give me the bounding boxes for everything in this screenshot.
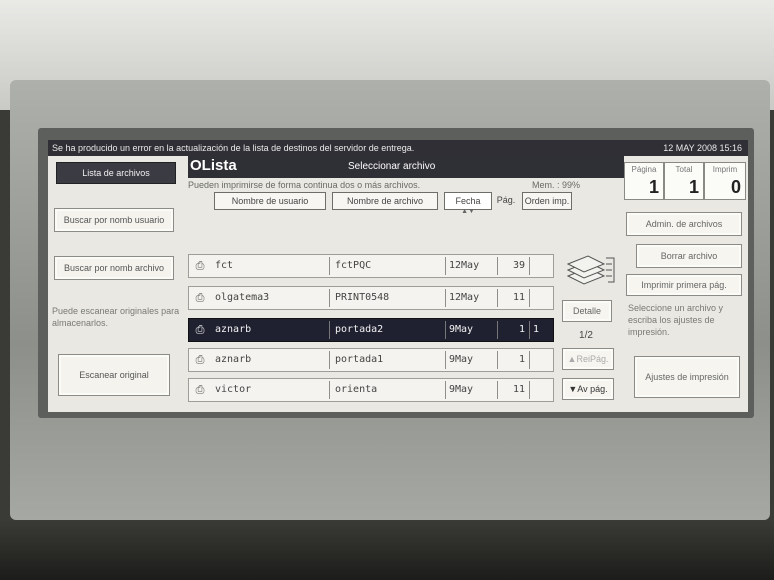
selection-hint: Seleccione un archivo y escriba los ajus…: [628, 303, 724, 337]
print-first-page-button[interactable]: Imprimir primera pág.: [626, 274, 742, 296]
row-date: 9May: [449, 354, 474, 365]
column-divider: [445, 351, 446, 369]
prev-page-button[interactable]: ▲ReiPág.: [562, 348, 614, 370]
table-row[interactable]: ⎙ aznarb portada1 9May 1: [188, 348, 554, 372]
print-counter: Imprim 0: [704, 162, 746, 200]
scan-original-button[interactable]: Escanear original: [58, 354, 170, 396]
page-indicator: 1/2: [579, 330, 593, 341]
column-divider: [529, 257, 530, 275]
file-list-button[interactable]: Lista de archivos: [56, 162, 176, 184]
user-printer-icon: ⎙: [195, 260, 205, 272]
next-page-button[interactable]: ▼Av pág.: [562, 378, 614, 400]
column-divider: [329, 381, 330, 399]
screen-title-bar: OLista Seleccionar archivo: [188, 156, 624, 178]
column-divider: [445, 381, 446, 399]
status-bar: Se ha producido un error en la actualiza…: [48, 140, 748, 156]
delete-file-button[interactable]: Borrar archivo: [636, 244, 742, 268]
page-subtitle: Seleccionar archivo: [348, 161, 436, 172]
row-order: [533, 287, 549, 309]
row-file: fctPQC: [335, 260, 372, 271]
file-admin-button[interactable]: Admin. de archivos: [626, 212, 742, 236]
total-counter-label: Total: [675, 165, 693, 174]
column-divider: [529, 351, 530, 369]
row-file: PRINT0548: [335, 292, 390, 303]
pages-column-label: Pág.: [496, 195, 516, 205]
sort-arrow-icon: ▲▼: [461, 208, 475, 215]
page-counter-label: Página: [631, 165, 657, 174]
page-counter-value: 1: [648, 177, 659, 197]
search-by-file-button[interactable]: Buscar por nomb archivo: [54, 256, 174, 280]
row-pages: 1: [518, 324, 525, 335]
row-pages: 11: [512, 292, 525, 303]
detail-button[interactable]: Detalle: [562, 300, 612, 322]
memory-indicator: Mem. : 99%: [532, 180, 581, 190]
page-counter: Página 1: [624, 162, 664, 200]
row-file: orienta: [335, 384, 378, 395]
print-counter-value: 0: [730, 177, 741, 197]
row-file: portada1: [335, 354, 384, 365]
column-divider: [445, 321, 446, 339]
table-row[interactable]: ⎙ fct fctPQC 12May 39: [188, 254, 554, 278]
print-counter-label: Imprim: [712, 165, 738, 174]
column-divider: [529, 321, 530, 339]
row-order: [533, 255, 549, 277]
column-divider: [529, 381, 530, 399]
column-divider: [445, 289, 446, 307]
row-user: victor: [215, 384, 252, 395]
column-divider: [329, 351, 330, 369]
total-counter: Total 1: [664, 162, 704, 200]
row-order: [533, 349, 549, 371]
touch-screen: Se ha producido un error en la actualiza…: [48, 140, 748, 412]
column-divider: [329, 321, 330, 339]
search-by-user-button[interactable]: Buscar por nomb usuario: [54, 208, 174, 232]
print-order-button[interactable]: Orden imp.: [522, 192, 572, 210]
scan-note: Puede escanear originales para almacenar…: [52, 306, 180, 328]
column-divider: [329, 257, 330, 275]
column-divider: [445, 257, 446, 275]
column-divider: [497, 351, 498, 369]
row-user: aznarb: [215, 354, 252, 365]
row-pages: 39: [512, 260, 525, 271]
status-message: Se ha producido un error en la actualiza…: [52, 143, 415, 153]
sort-by-user-button[interactable]: Nombre de usuario: [214, 192, 326, 210]
printer-icon: ⎙: [195, 384, 205, 396]
page-title: OLista: [190, 157, 237, 174]
paper-stack-icon: [566, 255, 615, 285]
bottom-shadow: [0, 520, 774, 580]
table-row[interactable]: ⎙ olgatema3 PRINT0548 12May 11: [188, 286, 554, 310]
total-counter-value: 1: [688, 177, 699, 197]
printer-icon: ⎙: [195, 354, 205, 366]
table-row[interactable]: ⎙ victor orienta 9May 11: [188, 378, 554, 402]
row-order: 1: [533, 324, 540, 335]
row-user: fct: [215, 260, 234, 271]
print-settings-button[interactable]: Ajustes de impresión: [634, 356, 740, 398]
date-time: 12 MAY 2008 15:16: [663, 143, 742, 153]
column-divider: [497, 289, 498, 307]
column-divider: [497, 381, 498, 399]
printer-icon: ⎙: [195, 292, 205, 304]
column-divider: [329, 289, 330, 307]
row-user: olgatema3: [215, 292, 270, 303]
row-date: 12May: [449, 292, 480, 303]
row-date: 9May: [449, 324, 474, 335]
row-date: 12May: [449, 260, 480, 271]
row-date: 9May: [449, 384, 474, 395]
row-pages: 11: [512, 384, 525, 395]
column-divider: [497, 257, 498, 275]
row-user: aznarb: [215, 324, 252, 335]
sort-by-file-button[interactable]: Nombre de archivo: [332, 192, 438, 210]
row-pages: 1: [518, 354, 525, 365]
info-text: Pueden imprimirse de forma continua dos …: [188, 180, 421, 190]
row-file: portada2: [335, 324, 384, 335]
row-order: [533, 379, 549, 401]
printer-icon: ⎙: [195, 324, 205, 336]
column-divider: [497, 321, 498, 339]
table-row-selected[interactable]: ⎙ aznarb portada2 9May 1 1: [188, 318, 554, 342]
column-divider: [529, 289, 530, 307]
